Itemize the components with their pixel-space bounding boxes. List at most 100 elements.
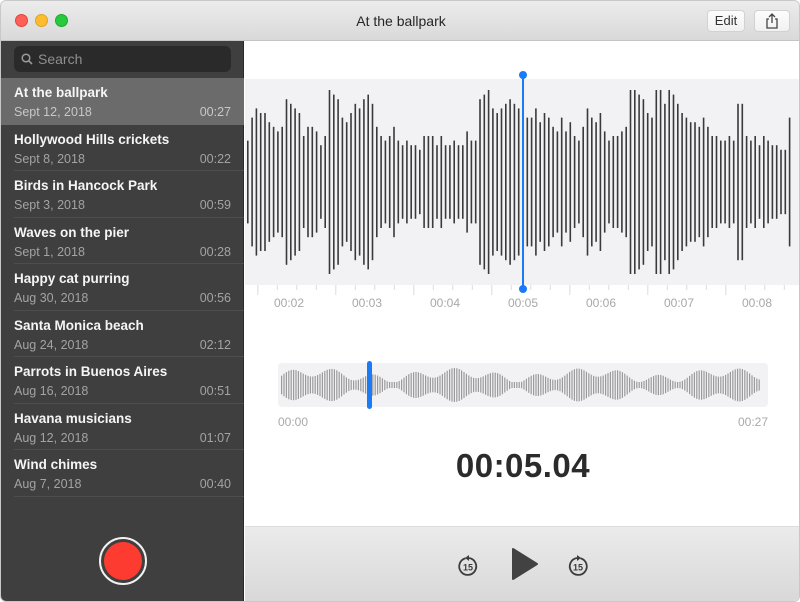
- recording-list-item[interactable]: At the ballpark Sept 12, 2018 00:27: [1, 78, 244, 125]
- overview-waveform-bar: [557, 379, 559, 391]
- overview-waveform-bar: [614, 370, 616, 400]
- recording-list-item[interactable]: Birds in Hancock Park Sept 3, 2018 00:59: [1, 171, 244, 218]
- recording-list-item[interactable]: Hollywood Hills crickets Sept 8, 2018 00:2…: [1, 125, 244, 171]
- overview-waveform-bar: [290, 369, 292, 401]
- overview-waveform-bar: [453, 368, 455, 402]
- overview-waveform-bar: [417, 372, 419, 398]
- overview-waveform-bar: [374, 374, 376, 396]
- search-field[interactable]: [14, 46, 231, 72]
- overview-waveform-bar: [617, 370, 619, 400]
- overview-waveform-bar: [626, 375, 628, 395]
- overview-waveform-bar: [297, 371, 299, 399]
- overview-waveform-bar: [444, 372, 446, 398]
- recording-list-item[interactable]: Parrots in Buenos Aires Aug 16, 2018 00:51: [1, 357, 244, 404]
- record-button[interactable]: [99, 537, 147, 585]
- overview-waveform-bar: [427, 376, 429, 394]
- recording-title: At the ballpark: [14, 85, 108, 100]
- overview-waveform-bar: [494, 372, 496, 398]
- overview-waveform-bar: [516, 382, 518, 388]
- overview-waveform-bar: [552, 379, 554, 391]
- overview-waveform-bar: [624, 373, 626, 397]
- overview-waveform-bar: [350, 379, 352, 391]
- recording-date: Sept 12, 2018: [14, 105, 92, 119]
- recording-title: Wind chimes: [14, 457, 98, 472]
- play-button[interactable]: [511, 547, 539, 586]
- overview-waveform-bar: [720, 376, 722, 394]
- overview-waveform-bar: [561, 377, 563, 393]
- overview-waveform-bar: [422, 374, 424, 396]
- overview-waveform-bar: [734, 369, 736, 401]
- overview-playhead[interactable]: [367, 361, 373, 409]
- waveform-overview[interactable]: [278, 363, 768, 407]
- timeline-tick-label: 00:08: [741, 296, 773, 310]
- overview-waveform-bar: [684, 379, 686, 391]
- recording-list-item[interactable]: Happy cat purring Aug 30, 2018 00:56: [1, 264, 244, 311]
- recording-duration: 00:59: [199, 198, 231, 212]
- recordings-sidebar: At the ballpark Sept 12, 2018 00:27 Hollywo…: [1, 41, 244, 601]
- overview-waveform-bar: [662, 375, 664, 395]
- overview-waveform-bar: [379, 376, 381, 394]
- overview-waveform-bar: [425, 375, 427, 395]
- recording-title: Birds in Hancock Park: [14, 178, 158, 193]
- overview-waveform-bar: [518, 382, 520, 388]
- overview-waveform-bar: [729, 371, 731, 399]
- play-icon: [512, 548, 538, 580]
- playhead-bottom-handle[interactable]: [519, 285, 527, 293]
- skip-back-15-button[interactable]: 15: [456, 554, 480, 583]
- overview-waveform-bar: [485, 375, 487, 395]
- overview-waveform-bar: [432, 377, 434, 393]
- overview-waveform-bar: [703, 370, 705, 400]
- overview-waveform-bar: [571, 370, 573, 400]
- overview-waveform-bar: [693, 372, 695, 398]
- recording-list-item[interactable]: Santa Monica beach Aug 24, 2018 02:12: [1, 311, 244, 357]
- overview-waveform-bar: [501, 375, 503, 395]
- overview-waveform-bar: [645, 379, 647, 391]
- overview-waveform-bar: [446, 370, 448, 400]
- svg-text:15: 15: [573, 563, 583, 573]
- overview-waveform-bar: [341, 373, 343, 397]
- overview-waveform-bar: [621, 372, 623, 398]
- overview-waveform-bar: [293, 369, 295, 401]
- overview-waveform-bar: [566, 373, 568, 397]
- overview-waveform-bar: [357, 379, 359, 391]
- overview-waveform-bar: [710, 374, 712, 396]
- recording-detail: 00:02 00:03 00:04 00:05 00:06 00:07 00:08 00:0…: [245, 41, 799, 601]
- overview-waveform-bar: [597, 376, 599, 394]
- overview-waveform-bar: [463, 372, 465, 398]
- overview-waveform-bar: [456, 368, 458, 402]
- recording-date: Aug 24, 2018: [14, 337, 89, 352]
- edit-button[interactable]: Edit: [707, 10, 745, 32]
- share-button[interactable]: [754, 10, 790, 32]
- search-icon: [21, 53, 33, 65]
- overview-waveform-bar: [449, 369, 451, 401]
- timeline-tick-label: 00:04: [429, 296, 461, 310]
- overview-waveform-bar: [331, 368, 333, 402]
- recording-duration: 02:12: [199, 337, 231, 352]
- recording-title: Happy cat purring: [14, 271, 130, 286]
- overview-waveform-bar: [758, 379, 760, 391]
- recording-list-item[interactable]: Wind chimes Aug 7, 2018 00:40: [1, 450, 244, 497]
- overview-waveform-bar: [386, 381, 388, 389]
- overview-waveform-bar: [408, 374, 410, 396]
- overview-waveform-bar: [353, 380, 355, 390]
- overview-waveform-bar: [751, 375, 753, 395]
- skip-forward-15-button[interactable]: 15: [566, 554, 590, 583]
- overview-waveform-bar: [533, 374, 535, 396]
- overview-waveform-bar: [458, 369, 460, 401]
- overview-waveform-bar: [405, 375, 407, 395]
- overview-waveform-bar: [725, 374, 727, 396]
- recording-title: Parrots in Buenos Aires: [14, 364, 168, 379]
- recording-date: Sept 8, 2018: [14, 151, 85, 166]
- recording-list-item[interactable]: Waves on the pier Sept 1, 2018 00:28: [1, 218, 244, 264]
- overview-waveform-bar: [295, 370, 297, 400]
- overview-waveform-bar: [713, 375, 715, 395]
- recording-duration: 00:51: [199, 384, 231, 398]
- overview-waveform-bar: [470, 376, 472, 394]
- search-input[interactable]: [38, 49, 223, 69]
- recording-list-item[interactable]: Havana musicians Aug 12, 2018 01:07: [1, 404, 244, 450]
- timeline-tick-label: 00:06: [585, 296, 617, 310]
- recording-title: Santa Monica beach: [14, 317, 144, 333]
- overview-waveform-bar: [506, 379, 508, 391]
- playhead-top-handle[interactable]: [519, 71, 527, 79]
- playhead[interactable]: [519, 71, 527, 293]
